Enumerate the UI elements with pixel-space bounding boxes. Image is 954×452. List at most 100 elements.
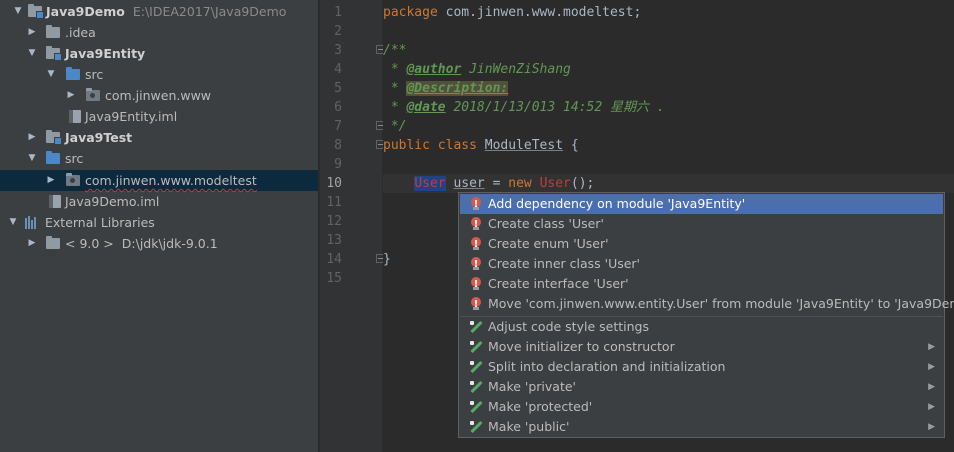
tree-label-idea: .idea [65, 25, 96, 40]
intention-wand-icon [470, 361, 483, 373]
collapsed-arrow-icon[interactable]: ▶ [27, 127, 37, 148]
popup-item-adjust-code-style[interactable]: Adjust code style settings [460, 317, 943, 337]
line-number: 11 [326, 195, 342, 210]
tree-node-entity-module[interactable]: ▼ Java9Entity [0, 43, 318, 64]
line-number-current: 10 [326, 176, 342, 191]
iml-file-icon [69, 110, 81, 123]
quickfix-bulb-icon [470, 215, 482, 235]
code-line: public class ModuleTest { [383, 138, 579, 153]
tree-label-entity-module: Java9Entity [65, 46, 146, 61]
line-number: 8 [334, 138, 342, 153]
code-line-current: User user = new User(); [414, 176, 595, 191]
tree-node-entity-package[interactable]: ▶ com.jinwen.www [0, 85, 318, 106]
tree-node-external-libraries[interactable]: ▼ External Libraries [0, 212, 318, 233]
intention-wand-icon [470, 401, 483, 413]
code-line: */ [383, 119, 407, 134]
collapsed-arrow-icon[interactable]: ▶ [27, 233, 37, 254]
tree-label-root-iml: Java9Demo.iml [65, 194, 160, 209]
project-tree: ▼ Java9Demo E:\IDEA2017\Java9Demo ▶ .idea… [0, 0, 319, 452]
root-module-path: E:\IDEA2017\Java9Demo [132, 4, 287, 19]
collapsed-arrow-icon[interactable]: ▶ [66, 85, 76, 106]
popup-item-split-declaration[interactable]: Split into declaration and initializatio… [460, 357, 943, 377]
line-number: 2 [334, 24, 342, 39]
line-number: 5 [334, 81, 342, 96]
jdk-path: D:\jdk\jdk-9.0.1 [121, 236, 218, 251]
line-number: 13 [326, 233, 342, 248]
tree-label-entity-package: com.jinwen.www [105, 88, 212, 103]
expand-arrow-icon[interactable]: ▼ [46, 64, 56, 85]
popup-item-make-protected[interactable]: Make 'protected' ▶ [460, 397, 943, 417]
line-number: 9 [334, 157, 342, 172]
module-folder-icon [46, 130, 62, 145]
popup-item-create-enum[interactable]: Create enum 'User' [460, 234, 943, 255]
intention-wand-icon [470, 341, 483, 353]
expand-arrow-icon[interactable]: ▼ [8, 212, 18, 233]
tree-node-entity-iml[interactable]: Java9Entity.iml [0, 106, 318, 127]
source-folder-icon [66, 67, 80, 80]
submenu-arrow-icon[interactable]: ▶ [928, 377, 935, 397]
tree-node-jdk[interactable]: ▶ < 9.0 > D:\jdk\jdk-9.0.1 [0, 233, 318, 254]
package-icon [66, 173, 80, 186]
unresolved-symbol[interactable]: User [414, 176, 446, 191]
quickfix-bulb-icon [470, 195, 482, 215]
tree-node-entity-src[interactable]: ▼ src [0, 64, 318, 85]
code-line: * @Description: [383, 81, 509, 96]
expand-arrow-icon[interactable]: ▼ [27, 148, 37, 169]
jdk-version: < 9.0 > [65, 236, 114, 251]
code-line: * @author JinWenZiShang [383, 62, 571, 77]
intention-actions-popup: Add dependency on module 'Java9Entity' C… [458, 192, 954, 438]
collapsed-arrow-icon[interactable]: ▶ [27, 22, 37, 43]
submenu-arrow-icon[interactable]: ▶ [928, 357, 935, 377]
tree-node-root-iml[interactable]: Java9Demo.iml [0, 191, 318, 212]
intention-wand-icon [470, 381, 483, 393]
folder-icon [46, 25, 60, 38]
collapsed-arrow-icon[interactable]: ▶ [46, 170, 56, 191]
popup-item-add-dependency[interactable]: Add dependency on module 'Java9Entity' [460, 194, 943, 215]
popup-item-move-initializer[interactable]: Move initializer to constructor ▶ [460, 337, 943, 357]
module-folder-icon [46, 46, 62, 61]
line-number: 12 [326, 214, 342, 229]
expand-arrow-icon[interactable]: ▼ [27, 43, 37, 64]
code-line: * @date 2018/1/13/013 14:52 星期六 . [383, 100, 665, 115]
expand-arrow-icon[interactable]: ▼ [13, 1, 23, 22]
editor-gutter[interactable]: 1 2 3 4 5 6 7 8 9 10 11 12 13 14 15 [320, 0, 385, 452]
quickfix-bulb-icon [470, 295, 482, 315]
module-folder-icon [28, 4, 44, 19]
submenu-arrow-icon[interactable]: ▶ [928, 397, 935, 417]
line-number: 15 [326, 271, 342, 286]
code-line: package com.jinwen.www.modeltest; [383, 5, 642, 20]
iml-file-icon [49, 195, 61, 208]
popup-item-make-public[interactable]: Make 'public' ▶ [460, 417, 943, 437]
quickfix-bulb-icon [470, 255, 482, 275]
line-number: 7 [334, 119, 342, 134]
quickfix-bulb-icon [470, 235, 482, 255]
submenu-arrow-icon[interactable]: ▶ [928, 417, 935, 437]
popup-item-create-interface[interactable]: Create interface 'User' [460, 274, 943, 295]
quickfix-bulb-icon [470, 275, 482, 295]
popup-item-create-class[interactable]: Create class 'User' [460, 214, 943, 235]
package-icon [86, 88, 100, 101]
code-line: /** [383, 43, 407, 58]
line-number: 6 [334, 100, 342, 115]
line-number: 1 [334, 5, 342, 20]
tree-node-root-src[interactable]: ▼ src [0, 148, 318, 169]
tree-node-modeltest-package[interactable]: ▶ com.jinwen.www.modeltest [0, 170, 318, 191]
tree-label-test-module: Java9Test [65, 130, 133, 145]
line-number: 3 [334, 43, 342, 58]
library-icon [25, 216, 39, 229]
popup-item-make-private[interactable]: Make 'private' ▶ [460, 377, 943, 397]
tree-label-modeltest-package: com.jinwen.www.modeltest [85, 173, 257, 188]
jdk-folder-icon [46, 236, 60, 249]
popup-item-move-class[interactable]: Move 'com.jinwen.www.entity.User' from m… [460, 294, 954, 315]
tree-node-root[interactable]: ▼ Java9Demo E:\IDEA2017\Java9Demo [0, 1, 318, 22]
tree-label-entity-src: src [85, 67, 104, 82]
source-folder-icon [46, 151, 60, 164]
submenu-arrow-icon[interactable]: ▶ [928, 337, 935, 357]
tree-node-idea[interactable]: ▶ .idea [0, 22, 318, 43]
popup-item-create-inner-class[interactable]: Create inner class 'User' [460, 254, 943, 275]
tree-label-root-src: src [65, 151, 84, 166]
line-number: 14 [326, 252, 342, 267]
tree-node-test-module[interactable]: ▶ Java9Test [0, 127, 318, 148]
tree-label-external-libraries: External Libraries [45, 215, 155, 230]
intention-wand-icon [470, 421, 483, 433]
